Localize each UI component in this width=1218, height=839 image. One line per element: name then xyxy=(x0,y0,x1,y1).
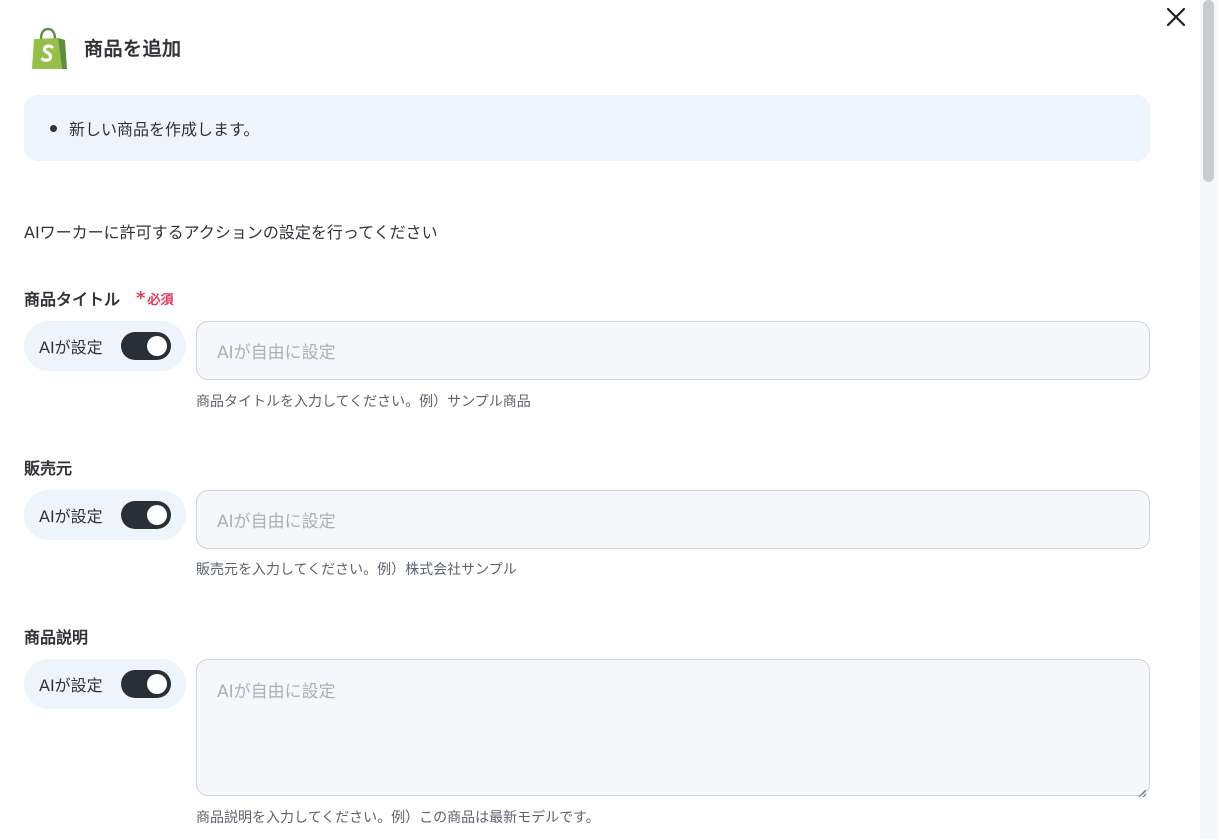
field-hint: 商品説明を入力してください。例）この商品は最新モデルです。 xyxy=(196,810,600,826)
dialog-title: 商品を追加 xyxy=(84,38,182,60)
vendor-input[interactable]: AIが自由に設定 xyxy=(196,490,1150,549)
bullet-icon xyxy=(50,124,57,132)
add-product-dialog: 商品を追加 新しい商品を作成します。 AIワーカーに許可するアクションの設定を行… xyxy=(0,0,1218,839)
ai-toggle-label: AIが設定 xyxy=(39,507,103,526)
toggle-knob xyxy=(147,505,167,525)
required-text: 必須 xyxy=(147,292,174,308)
field-hint: 商品タイトルを入力してください。例）サンプル商品 xyxy=(196,394,531,410)
scrollbar-thumb[interactable] xyxy=(1203,0,1214,182)
ai-toggle-switch[interactable] xyxy=(121,501,171,529)
field-label-product-title: 商品タイトル * 必須 xyxy=(24,286,173,310)
field-hint: 販売元を入力してください。例）株式会社サンプル xyxy=(196,562,517,578)
toggle-knob xyxy=(147,336,167,356)
product-title-input[interactable]: AIが自由に設定 xyxy=(196,321,1150,380)
dialog-header: 商品を追加 xyxy=(30,27,182,71)
field-label-description: 商品説明 xyxy=(24,624,88,648)
ai-toggle-label: AIが設定 xyxy=(39,338,103,357)
close-icon[interactable] xyxy=(1164,5,1188,29)
ai-setting-toggle-group: AIが設定 xyxy=(24,659,186,709)
field-label-text: 商品説明 xyxy=(24,628,89,647)
description-textarea[interactable]: AIが自由に設定 xyxy=(196,659,1150,798)
input-placeholder: AIが自由に設定 xyxy=(217,512,336,532)
ai-toggle-label: AIが設定 xyxy=(39,676,103,695)
resize-handle-icon[interactable] xyxy=(1137,783,1147,798)
ai-toggle-switch[interactable] xyxy=(121,670,171,698)
toggle-knob xyxy=(147,674,167,694)
field-label-vendor: 販売元 xyxy=(24,455,72,479)
field-label-text: 販売元 xyxy=(24,459,73,478)
field-label-text: 商品タイトル xyxy=(24,290,121,309)
scrollbar[interactable] xyxy=(1200,0,1218,839)
input-placeholder: AIが自由に設定 xyxy=(217,682,336,702)
info-box: 新しい商品を作成します。 xyxy=(24,95,1150,161)
asterisk-icon: * xyxy=(136,288,146,309)
info-item: 新しい商品を作成します。 xyxy=(69,120,260,139)
ai-toggle-switch[interactable] xyxy=(121,332,171,360)
ai-setting-toggle-group: AIが設定 xyxy=(24,321,186,371)
ai-setting-toggle-group: AIが設定 xyxy=(24,490,186,540)
input-placeholder: AIが自由に設定 xyxy=(217,343,336,363)
lead-text: AIワーカーに許可するアクションの設定を行ってください xyxy=(24,223,438,242)
shopify-bag-icon xyxy=(30,27,68,71)
required-badge: * 必須 xyxy=(136,288,173,308)
